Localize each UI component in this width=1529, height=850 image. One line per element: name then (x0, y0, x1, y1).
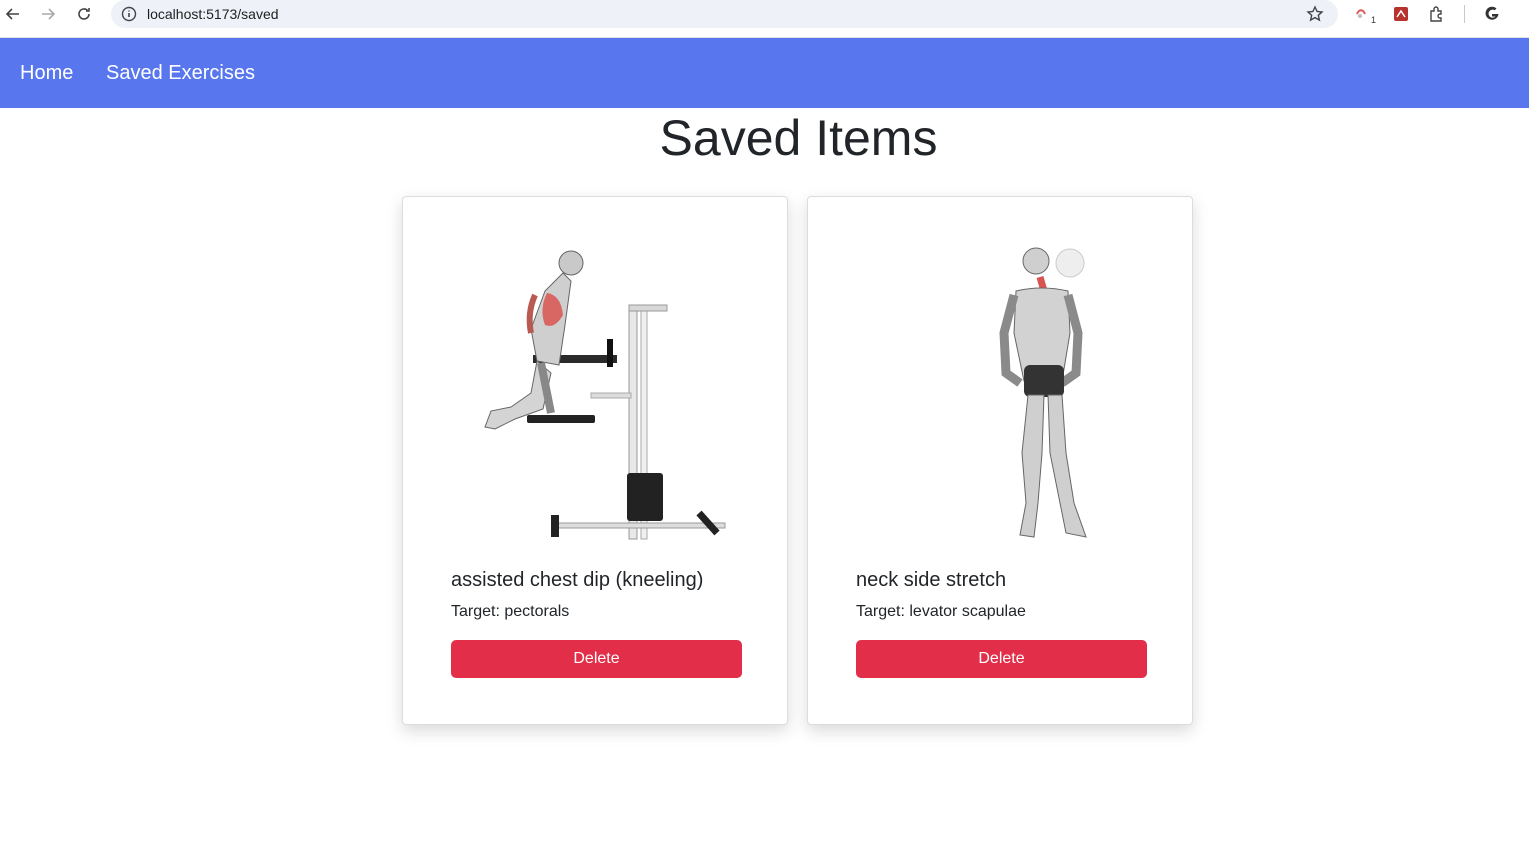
delete-button[interactable]: Delete (451, 640, 742, 678)
exercise-card: assisted chest dip (kneeling) Target: pe… (402, 196, 788, 725)
url-text: localhost:5173/saved (147, 6, 279, 22)
exercise-name: assisted chest dip (kneeling) (451, 569, 704, 591)
page-title: Saved Items (659, 110, 938, 166)
address-bar[interactable]: localhost:5173/saved (111, 0, 1338, 28)
back-icon[interactable] (1, 4, 25, 24)
reload-icon[interactable] (72, 4, 96, 24)
exercise-card: neck side stretch Target: levator scapul… (807, 196, 1193, 725)
site-info-icon[interactable] (121, 6, 137, 27)
toolbar-separator (1464, 5, 1465, 23)
app-navbar: Home Saved Exercises (0, 38, 1529, 108)
extension-red-icon[interactable] (1391, 5, 1411, 23)
nav-link-saved-exercises[interactable]: Saved Exercises (106, 62, 255, 85)
exercise-target: Target: pectorals (451, 603, 570, 620)
forward-icon[interactable] (36, 4, 60, 24)
bookmark-star-icon[interactable] (1306, 5, 1324, 28)
extension-badge: 1 (1370, 15, 1376, 25)
exercise-image-neck-stretch (856, 233, 1146, 543)
extension-icon[interactable]: 1 (1354, 5, 1376, 25)
nav-link-home[interactable]: Home (20, 62, 73, 85)
google-account-icon[interactable] (1482, 5, 1502, 23)
delete-button[interactable]: Delete (856, 640, 1147, 678)
extensions-puzzle-icon[interactable] (1427, 5, 1447, 23)
browser-toolbar: localhost:5173/saved 1 (0, 0, 1529, 38)
exercise-target: Target: levator scapulae (856, 603, 1026, 620)
exercise-name: neck side stretch (856, 569, 1007, 591)
exercise-image-kneeling-dip (451, 233, 741, 543)
